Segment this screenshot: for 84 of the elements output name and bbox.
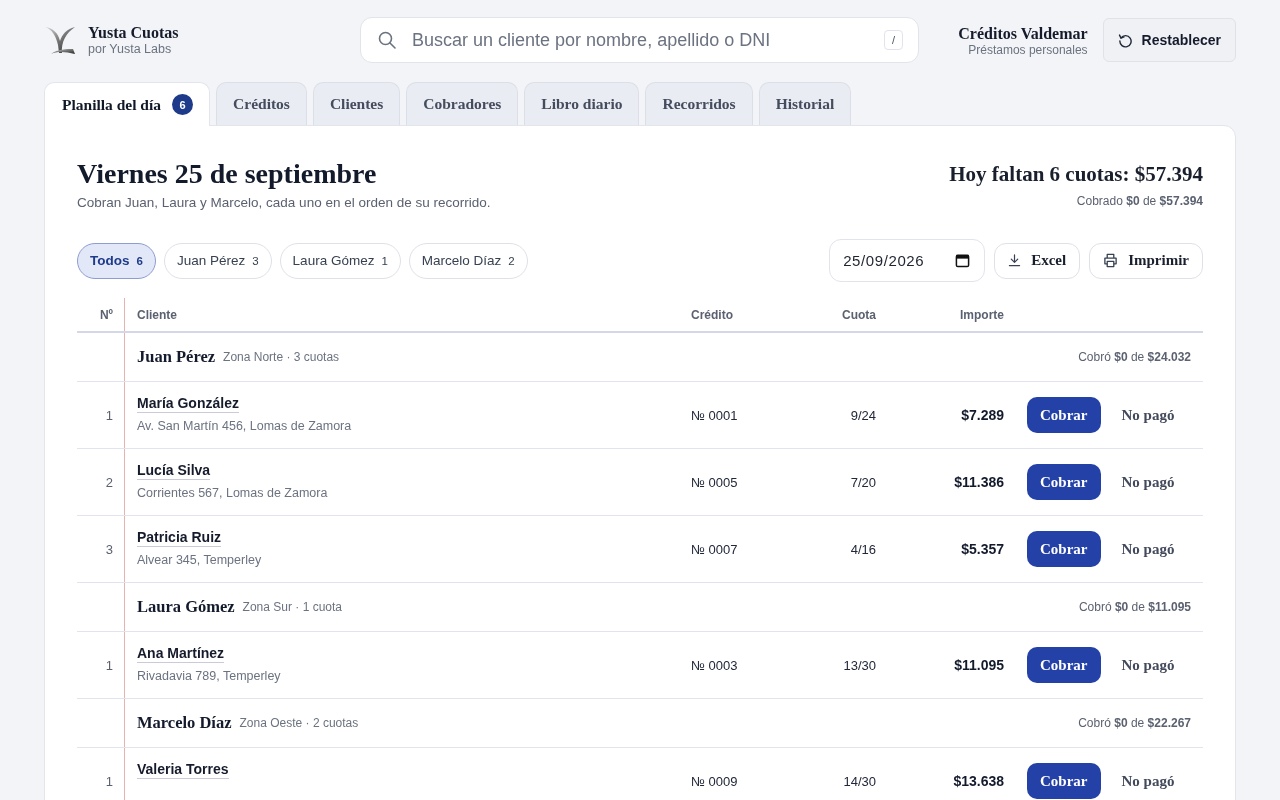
brand-name: Yusta Cuotas	[88, 23, 179, 42]
client-address: Corrientes 567, Lomas de Zamora	[137, 485, 328, 501]
tab[interactable]: Libro diario	[524, 82, 640, 125]
collect-button[interactable]: Cobrar	[1027, 397, 1101, 433]
tab[interactable]: Clientes	[312, 82, 401, 125]
account-subtitle: Préstamos personales	[968, 42, 1088, 57]
column-header: Importe	[960, 307, 1004, 322]
not-paid-button[interactable]: No pagó	[1121, 473, 1175, 491]
amount: $11.386	[954, 474, 1004, 490]
collect-button[interactable]: Cobrar	[1027, 763, 1101, 799]
not-paid-button[interactable]: No pagó	[1121, 772, 1175, 790]
group-details: Zona Oeste · 2 cuotas	[239, 716, 359, 730]
day-subtitle: Cobran Juan, Laura y Marcelo, cada uno en el orden de su recorrido.	[77, 194, 491, 212]
column-header: Cliente	[137, 307, 177, 322]
account-name: Créditos Valdemar	[958, 23, 1088, 43]
search-icon	[378, 31, 396, 49]
group-details: Zona Norte · 3 cuotas	[223, 350, 340, 364]
group-details: Zona Sur · 1 cuota	[242, 600, 342, 614]
tab[interactable]: Cobradores	[406, 82, 519, 125]
collector-name: Laura Gómez	[137, 597, 235, 617]
column-header: Cuota	[842, 307, 876, 322]
day-title: Viernes 25 de septiembre	[77, 157, 378, 191]
printer-icon	[1103, 253, 1119, 268]
column-header: Crédito	[691, 307, 733, 322]
amount: $5.357	[961, 541, 1004, 557]
pending-summary: Hoy faltan 6 cuotas: $57.394	[949, 161, 1203, 188]
client-link[interactable]: Patricia Ruiz	[137, 529, 222, 547]
collector-name: Juan Pérez	[137, 347, 216, 367]
brand-byline: por Yusta Labs	[88, 41, 173, 57]
credit-number: № 0003	[691, 657, 738, 673]
tab[interactable]: Créditos	[216, 82, 307, 125]
row-number: 1	[105, 407, 113, 423]
count-badge: 6	[172, 94, 194, 115]
credit-number: № 0009	[691, 773, 738, 789]
amount: $11.095	[954, 657, 1004, 673]
date-field[interactable]: 25/09/2026	[829, 239, 986, 282]
not-paid-button[interactable]: No pagó	[1121, 406, 1175, 424]
collected-summary: Cobrado $0 de $57.394	[1076, 193, 1203, 209]
installment: 13/30	[843, 657, 876, 673]
amount: $13.638	[953, 773, 1004, 789]
shortcut-key: /	[883, 30, 903, 50]
not-paid-button[interactable]: No pagó	[1121, 540, 1175, 558]
row-number: 2	[105, 474, 113, 490]
not-paid-button[interactable]: No pagó	[1121, 656, 1175, 674]
installment: 14/30	[843, 773, 876, 789]
installment: 9/24	[850, 407, 876, 423]
credit-number: № 0007	[691, 541, 738, 557]
row-number: 3	[105, 541, 113, 557]
installment: 4/16	[850, 541, 876, 557]
export-button[interactable]: Excel	[994, 242, 1081, 279]
group-collected: Cobró $0 de $11.095	[1078, 600, 1191, 614]
collect-button[interactable]: Cobrar	[1027, 531, 1101, 567]
tab[interactable]: Planilla del día 6	[44, 82, 211, 126]
credit-number: № 0005	[691, 474, 738, 490]
installment: 7/20	[850, 474, 876, 490]
credit-number: № 0001	[691, 407, 738, 423]
amount: $7.289	[961, 407, 1004, 423]
row-number: 1	[105, 657, 113, 673]
reset-button[interactable]: Restablecer	[1102, 18, 1236, 62]
filter-chip[interactable]: Juan Pérez 3	[163, 242, 272, 279]
collect-button[interactable]: Cobrar	[1027, 647, 1101, 683]
tab[interactable]: Historial	[758, 82, 852, 125]
download-icon	[1008, 254, 1022, 267]
group-collected: Cobró $0 de $24.032	[1078, 350, 1191, 364]
print-button[interactable]: Imprimir	[1089, 242, 1203, 279]
filter-chip[interactable]: Marcelo Díaz 2	[408, 242, 528, 279]
client-link[interactable]: María González	[137, 395, 239, 413]
client-address: Alvear 345, Temperley	[137, 552, 262, 568]
client-link[interactable]: Lucía Silva	[137, 462, 211, 480]
column-header: Nº	[99, 307, 113, 322]
calendar-icon	[955, 253, 971, 268]
client-link[interactable]: Ana Martínez	[137, 645, 225, 663]
collect-button[interactable]: Cobrar	[1027, 464, 1101, 500]
group-collected: Cobró $0 de $22.267	[1078, 716, 1191, 730]
collector-name: Marcelo Díaz	[137, 713, 232, 733]
client-address: Rivadavia 789, Temperley	[137, 668, 281, 684]
logo-icon	[44, 24, 76, 56]
client-address: Av. San Martín 456, Lomas de Zamora	[137, 418, 352, 434]
reset-icon	[1117, 32, 1133, 48]
row-number: 1	[105, 773, 113, 789]
filter-chip[interactable]: Todos 6	[77, 242, 156, 279]
client-link[interactable]: Valeria Torres	[137, 761, 229, 779]
tab[interactable]: Recorridos	[645, 82, 753, 125]
filter-chip[interactable]: Laura Gómez 1	[279, 242, 401, 279]
